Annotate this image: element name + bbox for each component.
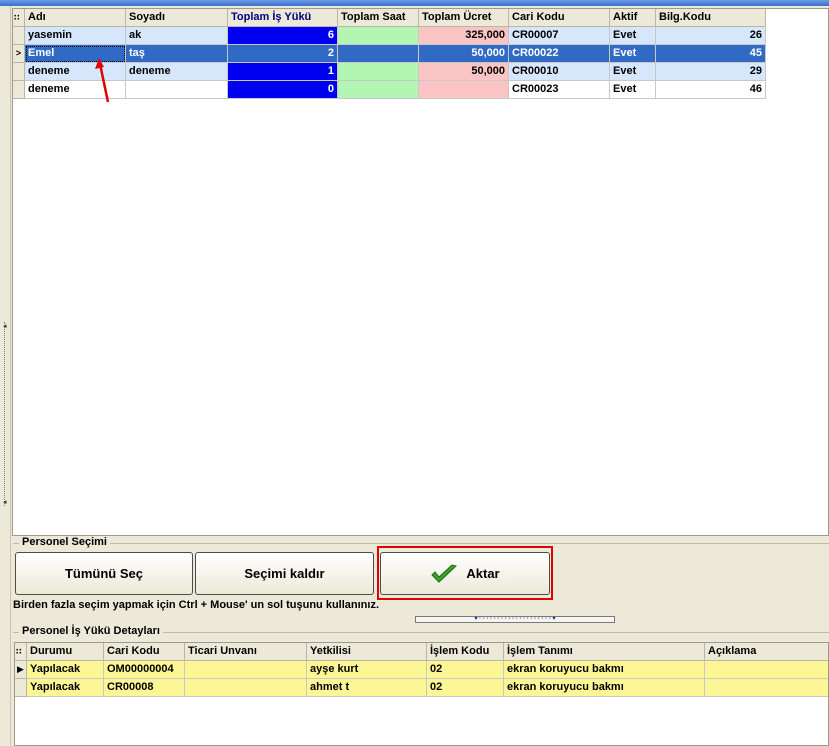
cell-soyadi (126, 81, 228, 99)
cell-yetkili: ayşe kurt (307, 661, 427, 679)
col-header-aciklama[interactable]: Açıklama (705, 643, 828, 661)
personel-secimi-group (13, 543, 829, 544)
left-splitter-handle[interactable]: ◂ ◂ (3, 322, 8, 506)
cell-aktif: Evet (610, 81, 656, 99)
col-header-soyadi[interactable]: Soyadı (126, 9, 228, 27)
cell-aktif: Evet (610, 63, 656, 81)
cell-unvan (185, 661, 307, 679)
table-row-selected[interactable]: > Emel taş 2 50,000 CR00022 Evet 45 (13, 45, 766, 63)
cell-cari: CR00022 (509, 45, 610, 63)
group-title: Personel İş Yükü Detayları (19, 625, 163, 637)
cell-aktif: Evet (610, 45, 656, 63)
annotation-arrow-icon (95, 58, 110, 103)
cell-soyadi: deneme (126, 63, 228, 81)
cell-unvan (185, 679, 307, 697)
col-header-cari-kodu[interactable]: Cari Kodu (104, 643, 185, 661)
clear-selection-button[interactable]: Seçimi kaldır (195, 552, 374, 595)
window-titlebar (0, 0, 829, 6)
multi-select-hint: Birden fazla seçim yapmak için Ctrl + Mo… (13, 599, 380, 611)
table-row[interactable]: Yapılacak CR00008 ahmet t 02 ekran koruy… (15, 679, 828, 697)
cell-yetkili: ahmet t (307, 679, 427, 697)
cell-adi: yasemin (25, 27, 126, 45)
detail-grid-header: ∷ Durumu Cari Kodu Ticari Unvanı Yetkili… (15, 643, 828, 661)
row-indicator[interactable] (13, 81, 25, 99)
cell-islem-kodu: 02 (427, 661, 504, 679)
cell-cari: OM00000004 (104, 661, 185, 679)
splitter-down-icon: ▾ · · · · · · · · · · · · · · · · · · · … (474, 616, 556, 622)
col-header-toplam-ucret[interactable]: Toplam Ücret (419, 9, 509, 27)
cell-aciklama (705, 661, 828, 679)
table-row[interactable]: yasemin ak 6 325,000 CR00007 Evet 26 (13, 27, 766, 45)
col-header-aktif[interactable]: Aktif (610, 9, 656, 27)
select-all-button[interactable]: Tümünü Seç (15, 552, 193, 595)
detail-grid[interactable]: ∷ Durumu Cari Kodu Ticari Unvanı Yetkili… (14, 642, 829, 746)
cell-saat (338, 27, 419, 45)
cell-bilg: 46 (656, 81, 766, 99)
cell-aciklama (705, 679, 828, 697)
cell-aktif: Evet (610, 27, 656, 45)
group-title: Personel Seçimi (19, 536, 110, 548)
cell-saat (338, 81, 419, 99)
select-all-label: Tümünü Seç (64, 566, 143, 581)
cell-cari: CR00010 (509, 63, 610, 81)
cell-saat (338, 63, 419, 81)
row-indicator-arrow-icon[interactable]: ▶ (15, 661, 27, 679)
cell-soyadi: taş (126, 45, 228, 63)
cell-durumu: Yapılacak (27, 679, 104, 697)
cell-is-yuku: 1 (228, 63, 338, 81)
row-indicator-arrow-icon[interactable]: > (13, 45, 25, 63)
grid-corner-icon[interactable]: ∷ (13, 9, 25, 27)
cell-is-yuku: 6 (228, 27, 338, 45)
splitter-arrow-icon: ◂ (3, 323, 7, 330)
cell-is-yuku: 2 (228, 45, 338, 63)
col-header-cari-kodu[interactable]: Cari Kodu (509, 9, 610, 27)
table-row[interactable]: deneme 0 CR00023 Evet 46 (13, 81, 766, 99)
cell-bilg: 26 (656, 27, 766, 45)
left-panel-strip: ◂ ◂ (0, 6, 11, 746)
grid-corner-icon[interactable]: ∷ (15, 643, 27, 661)
row-indicator[interactable] (13, 63, 25, 81)
cell-islem-tanimi: ekran koruyucu bakmı (504, 679, 705, 697)
col-header-adi[interactable]: Adı (25, 9, 126, 27)
cell-cari: CR00008 (104, 679, 185, 697)
clear-selection-label: Seçimi kaldır (244, 566, 325, 581)
cell-is-yuku: 0 (228, 81, 338, 99)
horizontal-splitter[interactable]: ▾ · · · · · · · · · · · · · · · · · · · … (415, 616, 615, 623)
col-header-bilg-kodu[interactable]: Bilg.Kodu (656, 9, 766, 27)
cell-bilg: 29 (656, 63, 766, 81)
personel-grid[interactable]: ∷ Adı Soyadı Toplam İş Yükü Toplam Saat … (12, 8, 829, 536)
col-header-toplam-saat[interactable]: Toplam Saat (338, 9, 419, 27)
splitter-arrow-icon: ◂ (3, 499, 7, 506)
col-header-islem-kodu[interactable]: İşlem Kodu (427, 643, 504, 661)
table-row[interactable]: ▶ Yapılacak OM00000004 ayşe kurt 02 ekra… (15, 661, 828, 679)
col-header-toplam-is-yuku[interactable]: Toplam İş Yükü (228, 9, 338, 27)
row-indicator[interactable] (15, 679, 27, 697)
col-header-durumu[interactable]: Durumu (27, 643, 104, 661)
personel-grid-header: ∷ Adı Soyadı Toplam İş Yükü Toplam Saat … (13, 9, 766, 27)
col-header-ticari-unvani[interactable]: Ticari Unvanı (185, 643, 307, 661)
row-indicator[interactable] (13, 27, 25, 45)
cell-ucret: 325,000 (419, 27, 509, 45)
col-header-islem-tanimi[interactable]: İşlem Tanımı (504, 643, 705, 661)
table-row[interactable]: deneme deneme 1 50,000 CR00010 Evet 29 (13, 63, 766, 81)
cell-islem-tanimi: ekran koruyucu bakmı (504, 661, 705, 679)
annotation-highlight-box (377, 546, 553, 600)
cell-cari: CR00023 (509, 81, 610, 99)
cell-bilg: 45 (656, 45, 766, 63)
cell-cari: CR00007 (509, 27, 610, 45)
cell-ucret: 50,000 (419, 45, 509, 63)
cell-saat (338, 45, 419, 63)
cell-islem-kodu: 02 (427, 679, 504, 697)
cell-durumu: Yapılacak (27, 661, 104, 679)
cell-soyadi: ak (126, 27, 228, 45)
cell-ucret (419, 81, 509, 99)
cell-ucret: 50,000 (419, 63, 509, 81)
col-header-yetkilisi[interactable]: Yetkilisi (307, 643, 427, 661)
